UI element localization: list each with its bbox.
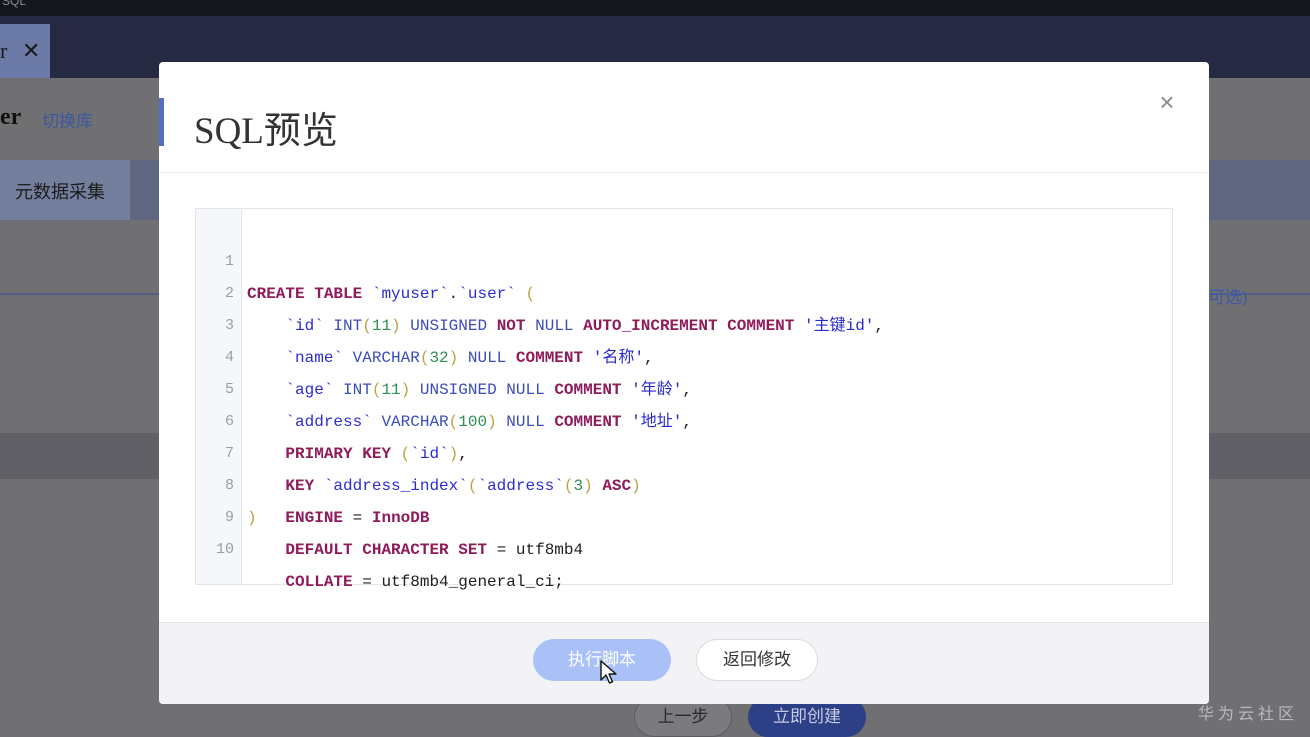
close-icon[interactable]: ✕: [22, 38, 40, 64]
title-accent-bar: [159, 98, 164, 146]
dialog-title: SQL预览: [194, 111, 338, 152]
dialog-footer: 执行脚本 返回修改: [159, 622, 1209, 704]
sql-code-editor[interactable]: 1 CREATE TABLE `myuser`.`user` ( 2 `id` …: [195, 208, 1173, 591]
dialog-header: SQL预览 ×: [159, 62, 1209, 173]
close-icon[interactable]: ×: [1153, 88, 1181, 116]
tab-metadata-collection-label: 元数据采集: [15, 182, 105, 202]
code-line: 6 PRIMARY KEY (`id`),: [196, 374, 1172, 463]
optional-hint: 可选): [1208, 288, 1248, 307]
code-line: 2 `id` INT(11) UNSIGNED NOT NULL AUTO_IN…: [196, 246, 1172, 335]
code-line: 9 DEFAULT CHARACTER SET = utf8mb4: [196, 470, 1172, 559]
switch-database-link[interactable]: 切换库: [42, 107, 93, 132]
tab-user[interactable]: r ✕: [0, 24, 50, 78]
code-line: 4 `age` INT(11) UNSIGNED NULL COMMENT '年…: [196, 310, 1172, 399]
code-line: 8 ) ENGINE = InnoDB: [196, 438, 1172, 527]
tab-label: r: [0, 38, 8, 63]
back-to-edit-button[interactable]: 返回修改: [696, 639, 818, 681]
code-line: 7 KEY `address_index`(`address`(3) ASC): [196, 406, 1172, 495]
sql-preview-dialog: SQL预览 × 1 CREATE TABLE `myuser`.`user` (…: [159, 62, 1209, 704]
code-line: 10 COLLATE = utf8mb4_general_ci;: [196, 502, 1172, 591]
mouse-pointer-icon: [600, 660, 617, 684]
watermark: 华为云社区: [1197, 706, 1298, 723]
code-line: 3 `name` VARCHAR(32) NULL COMMENT '名称',: [196, 278, 1172, 367]
page-title: er: [0, 104, 22, 130]
code-line: 5 `address` VARCHAR(100) NULL COMMENT '地…: [196, 342, 1172, 431]
divider: [0, 293, 160, 295]
line-number: 10: [215, 541, 234, 558]
app-titlebar: SQL: [0, 0, 1310, 16]
code-line: 1 CREATE TABLE `myuser`.`user` (: [196, 214, 1172, 303]
app-title: SQL: [2, 0, 27, 8]
